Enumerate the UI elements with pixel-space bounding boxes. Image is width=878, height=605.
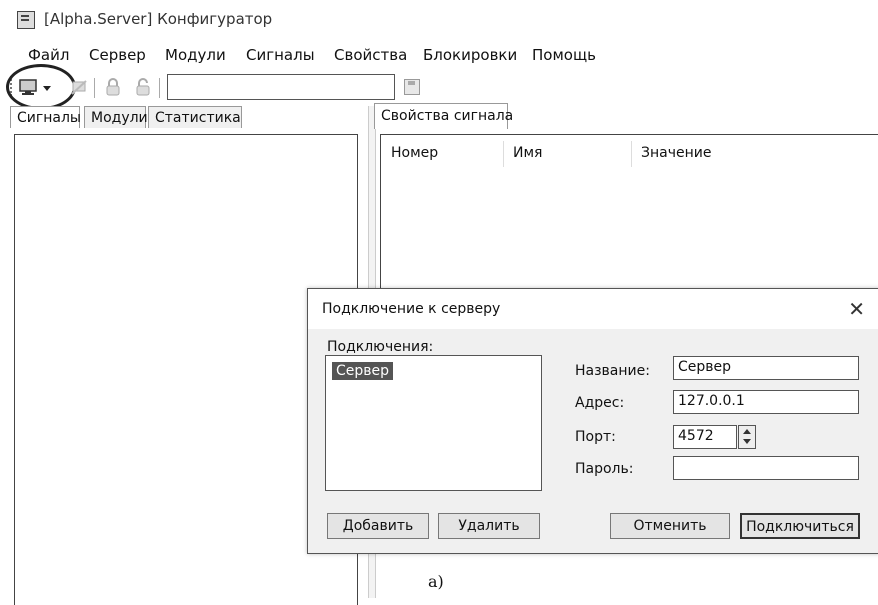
address-label: Адрес: — [575, 395, 625, 411]
menu-file[interactable]: Файл — [28, 46, 69, 64]
toolbar-search-input[interactable] — [167, 74, 395, 100]
figure-caption: а) — [428, 572, 444, 591]
menu-help[interactable]: Помощь — [532, 46, 596, 64]
column-separator — [503, 141, 504, 167]
column-separator — [631, 141, 632, 167]
signal-properties-table: Номер Имя Значение — [380, 134, 878, 295]
connect-to-server-dialog: Подключение к серверу ✕ Подключения: Сер… — [307, 288, 878, 554]
column-header-number[interactable]: Номер — [391, 145, 438, 161]
column-header-value[interactable]: Значение — [641, 145, 711, 161]
connections-list[interactable]: Сервер — [325, 355, 542, 491]
app-window-icon — [17, 11, 35, 29]
toolbar-separator — [94, 78, 95, 98]
tab-statistics[interactable]: Статистика — [148, 106, 242, 128]
connection-item-server[interactable]: Сервер — [332, 362, 394, 380]
delete-button[interactable]: Удалить — [438, 513, 540, 539]
toolbar — [0, 72, 878, 104]
password-field[interactable] — [673, 456, 859, 480]
port-label: Порт: — [575, 429, 616, 445]
address-field[interactable]: 127.0.0.1 — [673, 390, 859, 414]
cancel-button[interactable]: Отменить — [610, 513, 730, 539]
password-label: Пароль: — [575, 461, 634, 477]
disconnect-icon[interactable] — [70, 78, 90, 102]
highlight-circle — [6, 64, 76, 110]
menu-properties[interactable]: Свойства — [334, 46, 407, 64]
connect-button[interactable]: Подключиться — [740, 513, 860, 539]
port-stepper[interactable] — [738, 425, 756, 449]
close-icon[interactable]: ✕ — [848, 297, 865, 321]
save-icon[interactable] — [404, 79, 420, 95]
dialog-title: Подключение к серверу — [322, 301, 501, 317]
add-button[interactable]: Добавить — [327, 513, 429, 539]
toolbar-separator — [159, 78, 160, 98]
tab-signals[interactable]: Сигналы — [10, 106, 81, 128]
unlock-icon[interactable] — [134, 77, 152, 101]
menu-modules[interactable]: Модули — [165, 46, 226, 64]
name-label: Название: — [575, 363, 650, 379]
window-title: [Alpha.Server] Конфигуратор — [44, 10, 273, 28]
menu-locks[interactable]: Блокировки — [423, 46, 517, 64]
column-header-name[interactable]: Имя — [513, 145, 542, 161]
connections-label: Подключения: — [327, 339, 434, 355]
dialog-body: Подключения: Сервер Название: Сервер Адр… — [308, 329, 878, 553]
port-field[interactable]: 4572 — [673, 425, 737, 449]
name-field[interactable]: Сервер — [673, 356, 859, 380]
lock-icon[interactable] — [104, 77, 122, 101]
tab-signal-properties[interactable]: Свойства сигнала — [374, 103, 513, 129]
menu-bar: Файл Сервер Модули Сигналы Свойства Блок… — [0, 44, 878, 70]
menu-signals[interactable]: Сигналы — [246, 46, 315, 64]
menu-server[interactable]: Сервер — [89, 46, 146, 64]
tab-modules[interactable]: Модули — [84, 106, 148, 128]
